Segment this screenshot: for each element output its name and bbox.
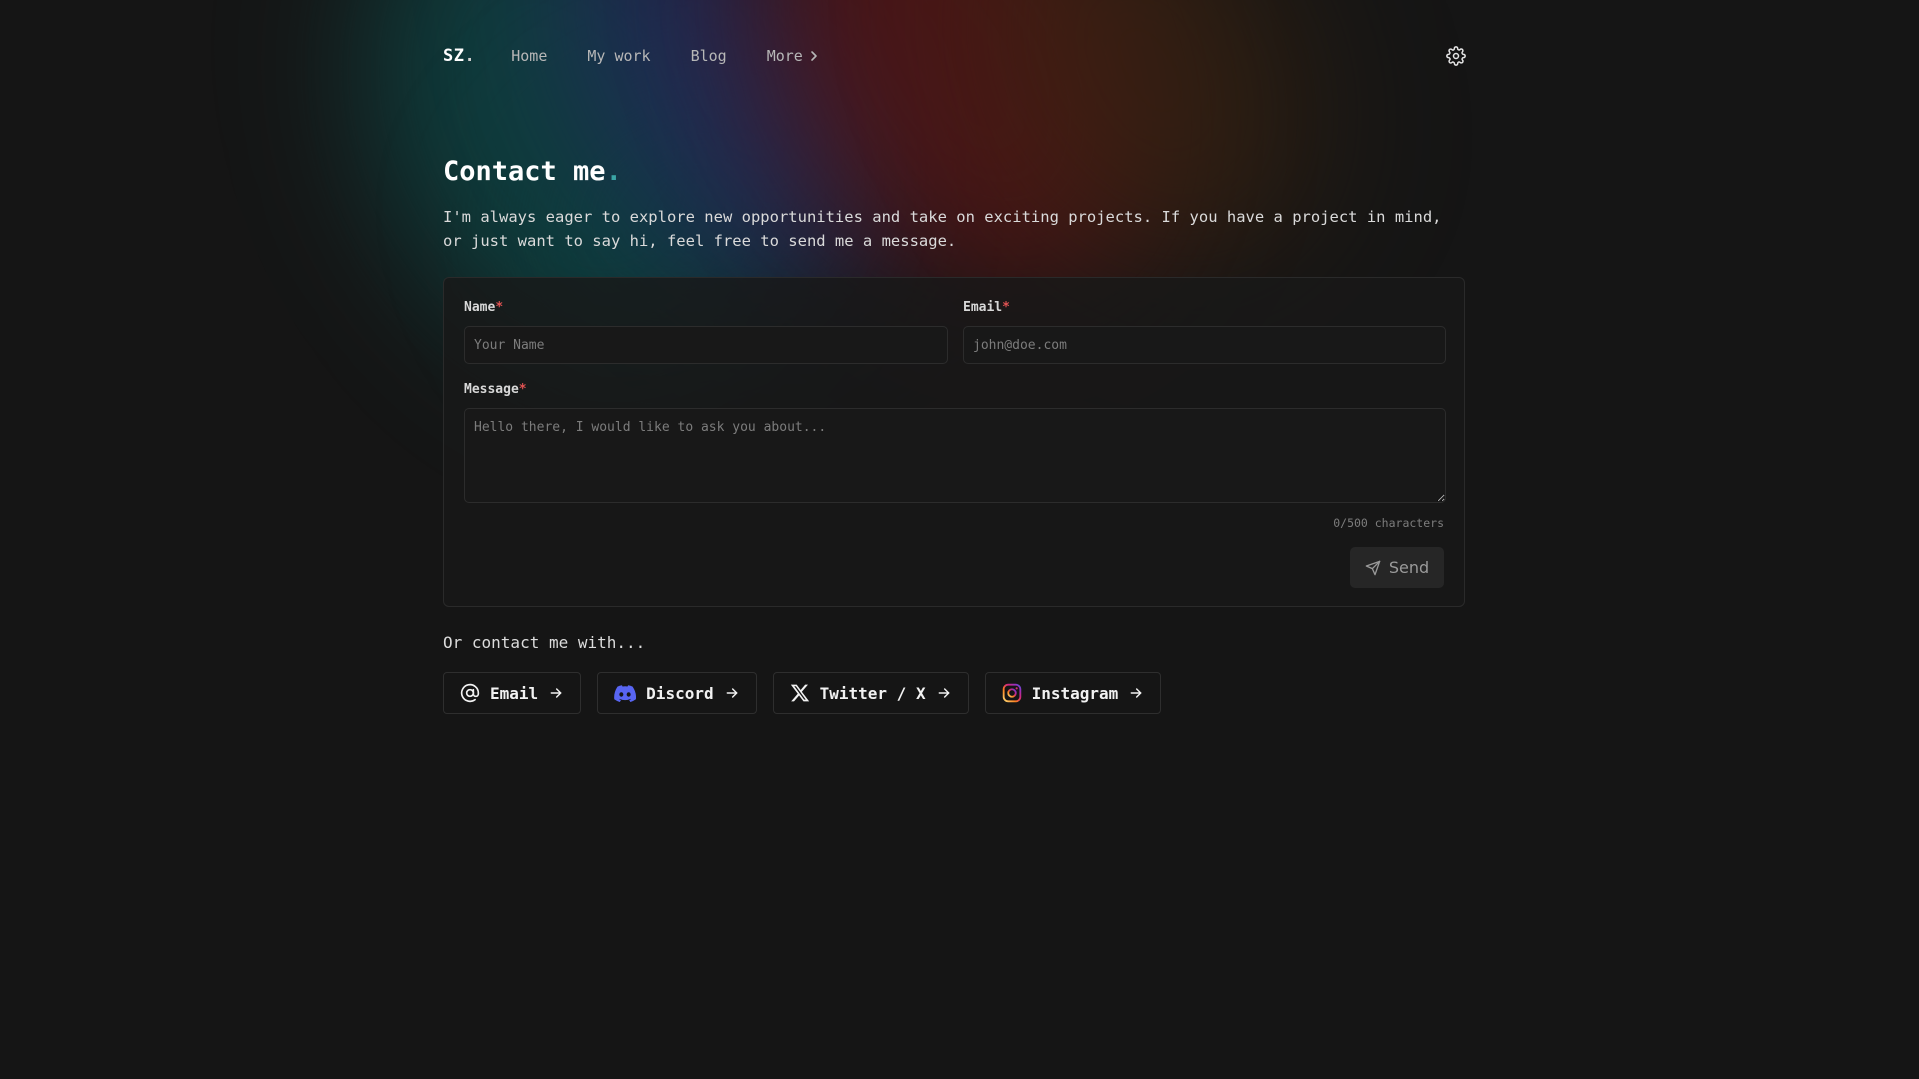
nav-links: Home My work Blog More bbox=[511, 47, 819, 65]
send-icon bbox=[1365, 560, 1381, 575]
contact-form: Name* Email* Message* 0/500 characters S… bbox=[443, 277, 1465, 607]
name-label-text: Name bbox=[464, 300, 496, 315]
instagram-icon bbox=[1002, 683, 1021, 703]
nav-link-label: Blog bbox=[690, 47, 727, 65]
settings-button[interactable] bbox=[1445, 45, 1467, 67]
page-title-text: Contact me bbox=[443, 156, 606, 187]
page-title: Contact me. bbox=[443, 156, 622, 187]
chevron-right-icon bbox=[811, 51, 817, 61]
x-logo-icon bbox=[790, 684, 809, 702]
message-label-text: Message bbox=[464, 382, 519, 397]
alt-contact-heading: Or contact me with... bbox=[443, 633, 646, 652]
discord-icon bbox=[614, 684, 637, 702]
arrow-right-icon bbox=[550, 688, 562, 698]
nav-link-label: Home bbox=[511, 47, 548, 65]
arrow-right-icon bbox=[726, 688, 738, 698]
page-title-dot: . bbox=[605, 156, 622, 187]
send-button[interactable]: Send bbox=[1350, 547, 1444, 588]
arrow-right-icon bbox=[1130, 688, 1142, 698]
message-textarea[interactable] bbox=[464, 408, 1446, 503]
name-input[interactable] bbox=[464, 326, 948, 364]
email-label-text: Email bbox=[963, 300, 1003, 315]
contact-instagram-button[interactable]: Instagram bbox=[984, 672, 1162, 714]
message-label: Message* bbox=[464, 382, 527, 397]
contact-button-label: Email bbox=[490, 683, 539, 703]
top-nav: SZ. Home My work Blog More bbox=[443, 38, 1467, 74]
contact-button-label: Twitter / X bbox=[819, 683, 926, 703]
logo-dot: . bbox=[464, 46, 476, 66]
name-label: Name* bbox=[464, 300, 503, 315]
nav-link-label: More bbox=[766, 47, 803, 65]
page: SZ. Home My work Blog More Contact me. I… bbox=[0, 0, 1919, 1079]
required-marker: * bbox=[495, 300, 504, 315]
gear-icon bbox=[1446, 46, 1466, 66]
site-logo[interactable]: SZ. bbox=[443, 46, 475, 66]
logo-text: SZ bbox=[443, 46, 465, 66]
required-marker: * bbox=[518, 382, 527, 397]
email-input[interactable] bbox=[963, 326, 1446, 364]
intro-text: I'm always eager to explore new opportun… bbox=[443, 208, 1442, 250]
contact-buttons: Email Discord Twitter / X Instagram bbox=[443, 672, 1162, 714]
email-label: Email* bbox=[963, 300, 1010, 315]
contact-twitter-button[interactable]: Twitter / X bbox=[772, 672, 969, 714]
at-sign-icon bbox=[460, 683, 480, 703]
send-button-label: Send bbox=[1388, 558, 1430, 577]
nav-link-home[interactable]: Home bbox=[511, 47, 547, 65]
nav-link-label: My work bbox=[587, 47, 651, 65]
contact-button-label: Discord bbox=[646, 683, 714, 703]
arrow-right-icon bbox=[938, 688, 949, 698]
required-marker: * bbox=[1002, 300, 1010, 315]
character-counter: 0/500 characters bbox=[1333, 516, 1444, 530]
nav-link-my-work[interactable]: My work bbox=[587, 47, 650, 65]
nav-link-blog[interactable]: Blog bbox=[691, 47, 727, 65]
contact-email-button[interactable]: Email bbox=[443, 672, 582, 714]
contact-button-label: Instagram bbox=[1031, 683, 1119, 703]
contact-discord-button[interactable]: Discord bbox=[597, 672, 757, 714]
nav-link-more[interactable]: More bbox=[767, 47, 819, 65]
